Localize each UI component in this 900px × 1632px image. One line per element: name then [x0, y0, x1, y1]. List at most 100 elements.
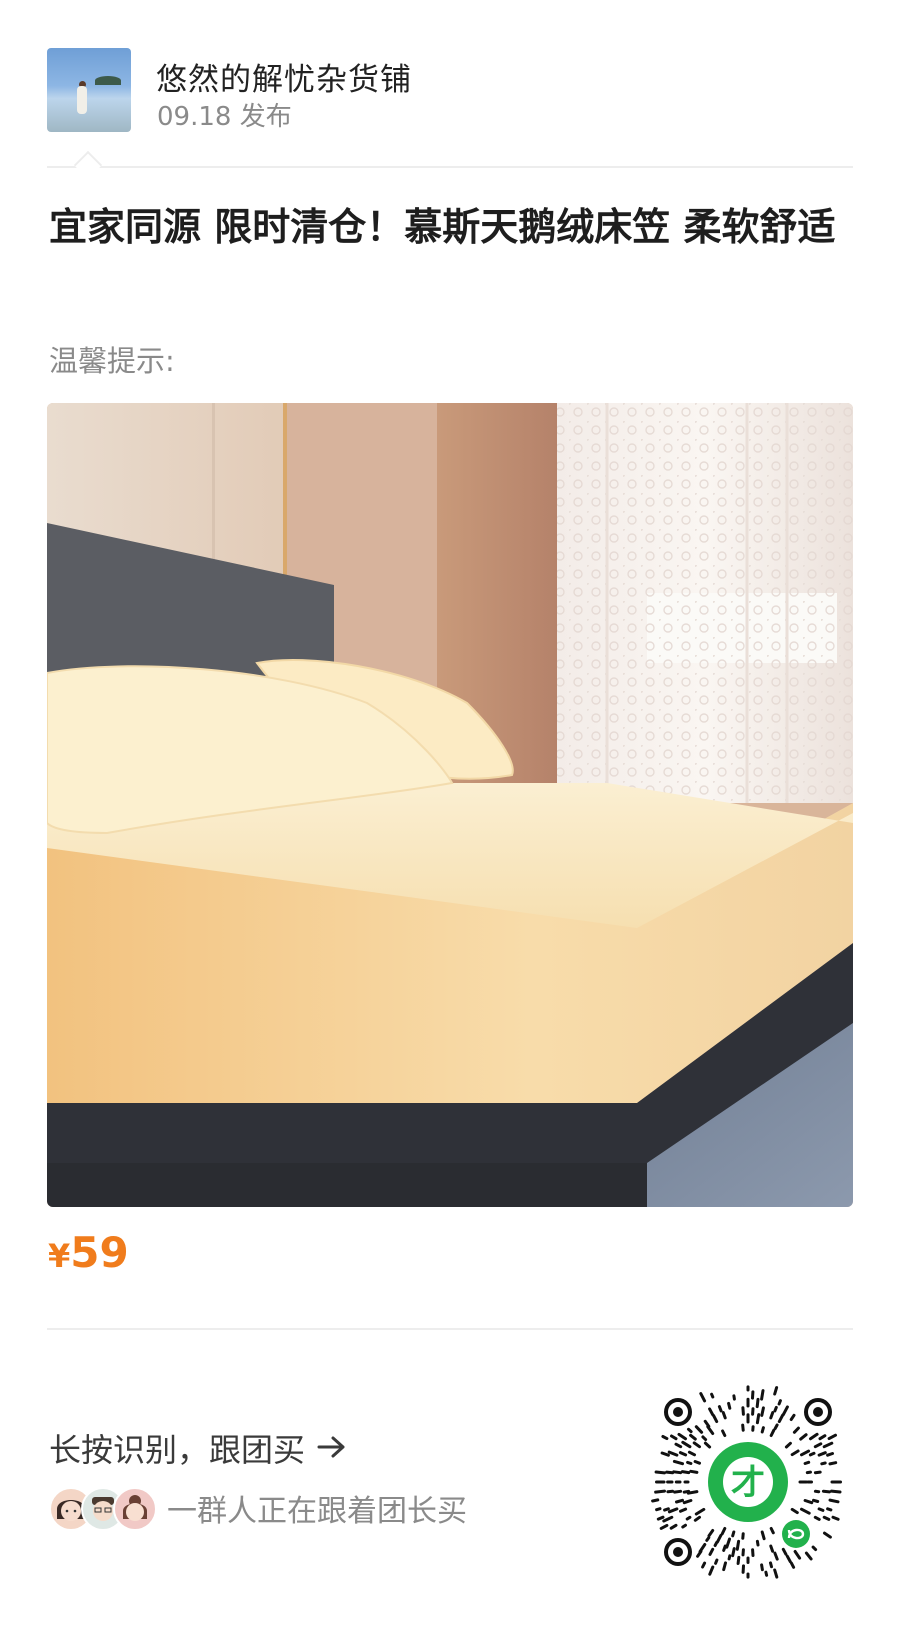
qr-dash — [707, 1529, 715, 1538]
qr-dash — [689, 1433, 697, 1441]
qr-dash — [712, 1414, 719, 1424]
qr-dash — [755, 1397, 760, 1409]
mini-program-code[interactable]: 才 — [648, 1382, 848, 1582]
qr-dash — [665, 1470, 675, 1475]
qr-dash — [721, 1411, 727, 1420]
qr-dash — [727, 1401, 732, 1410]
qr-dash — [800, 1507, 811, 1515]
qr-dash — [687, 1427, 693, 1434]
qr-dash — [655, 1507, 662, 1512]
qr-dash — [678, 1451, 688, 1457]
qr-dash — [799, 1433, 808, 1441]
price-currency: ¥ — [48, 1237, 71, 1275]
qr-dash — [654, 1489, 666, 1494]
qr-dash — [699, 1392, 707, 1403]
qr-dash — [680, 1470, 691, 1475]
qr-dash — [812, 1498, 820, 1503]
qr-dash — [708, 1565, 715, 1576]
qr-dash — [682, 1499, 693, 1505]
qr-dash — [651, 1498, 660, 1503]
tip-label: 温馨提示: — [49, 344, 175, 378]
qr-dash — [721, 1429, 727, 1437]
followers-text: 一群人正在跟着团长买 — [167, 1494, 467, 1529]
qr-dash — [769, 1527, 775, 1535]
followers-row: 一群人正在跟着团长买 — [49, 1485, 467, 1531]
qr-dash — [813, 1470, 822, 1475]
qr-dash — [731, 1547, 736, 1558]
qr-dash — [789, 1413, 796, 1421]
qr-dash — [674, 1442, 683, 1449]
product-image[interactable] — [47, 403, 853, 1207]
qr-dash — [828, 1461, 838, 1466]
qr-dash — [731, 1530, 736, 1538]
qr-dash — [790, 1507, 799, 1515]
join-group-cta[interactable]: 长按识别，跟团买 — [49, 1425, 347, 1471]
qr-dash — [659, 1523, 669, 1530]
qr-dash — [792, 1426, 800, 1434]
qr-dash — [813, 1515, 821, 1521]
post-header: 悠然的解忧杂货铺 09.18 发布 — [47, 48, 853, 132]
qr-dash — [714, 1558, 719, 1565]
qr-dash — [666, 1489, 675, 1494]
qr-dash — [813, 1442, 823, 1449]
qr-dash — [701, 1561, 707, 1569]
qr-dash — [777, 1399, 782, 1406]
qr-dash — [696, 1550, 703, 1558]
qr-dash — [755, 1539, 760, 1547]
qr-dash — [735, 1539, 741, 1551]
qr-dash — [705, 1536, 711, 1542]
avatar — [113, 1487, 157, 1531]
qr-dash — [675, 1498, 684, 1504]
qr-dash — [831, 1515, 840, 1521]
qr-dash — [710, 1392, 715, 1399]
qr-dash — [760, 1389, 765, 1401]
qr-dash — [769, 1544, 775, 1553]
qr-dash — [667, 1450, 679, 1457]
qr-dash — [809, 1432, 819, 1441]
qr-dash — [682, 1489, 691, 1494]
qr-dash — [703, 1441, 712, 1449]
qr-dash — [790, 1449, 800, 1457]
qr-dash — [672, 1459, 684, 1466]
qr-dash — [769, 1428, 776, 1437]
qr-dash — [755, 1413, 761, 1425]
qr-dash — [736, 1555, 741, 1565]
qr-dash — [781, 1405, 789, 1417]
qr-dash — [708, 1407, 715, 1417]
qr-dash — [673, 1489, 683, 1494]
qr-dash — [722, 1544, 727, 1552]
price: ¥59 — [48, 1228, 129, 1277]
qr-dash — [689, 1469, 699, 1474]
post-title: 宜家同源 限时清仓！慕斯天鹅绒床笠 柔软舒适 — [49, 205, 836, 249]
qr-dash — [817, 1451, 827, 1457]
qr-dash — [784, 1441, 792, 1449]
qr-dash — [793, 1550, 802, 1560]
qr-dash — [827, 1433, 837, 1441]
qr-dash — [760, 1406, 765, 1417]
shop-name[interactable]: 悠然的解忧杂货铺 — [156, 54, 412, 99]
follower-avatars — [49, 1485, 157, 1531]
qr-dash — [808, 1451, 816, 1457]
qr-dash — [654, 1470, 666, 1475]
qr-dash — [672, 1470, 683, 1475]
qr-dash — [694, 1425, 704, 1434]
qr-dash — [760, 1530, 766, 1541]
qr-dash — [662, 1515, 674, 1523]
qr-dash — [800, 1449, 811, 1457]
qr-dash — [725, 1537, 731, 1549]
qr-dash — [708, 1547, 715, 1556]
qr-dash — [789, 1561, 796, 1569]
qr-dash — [822, 1515, 831, 1521]
qr-dash — [826, 1452, 834, 1457]
qr-dash — [656, 1515, 665, 1521]
shop-avatar[interactable] — [47, 48, 131, 132]
qr-dash — [805, 1470, 812, 1475]
qr-dash — [701, 1435, 708, 1442]
qr-dash — [722, 1561, 727, 1572]
qr-dash — [760, 1563, 764, 1572]
divider-notch — [73, 150, 103, 180]
arrow-right-icon — [317, 1429, 347, 1467]
qr-dash — [679, 1507, 688, 1513]
qr-dash — [773, 1386, 779, 1396]
cta-label: 长按识别，跟团买 — [49, 1431, 306, 1469]
